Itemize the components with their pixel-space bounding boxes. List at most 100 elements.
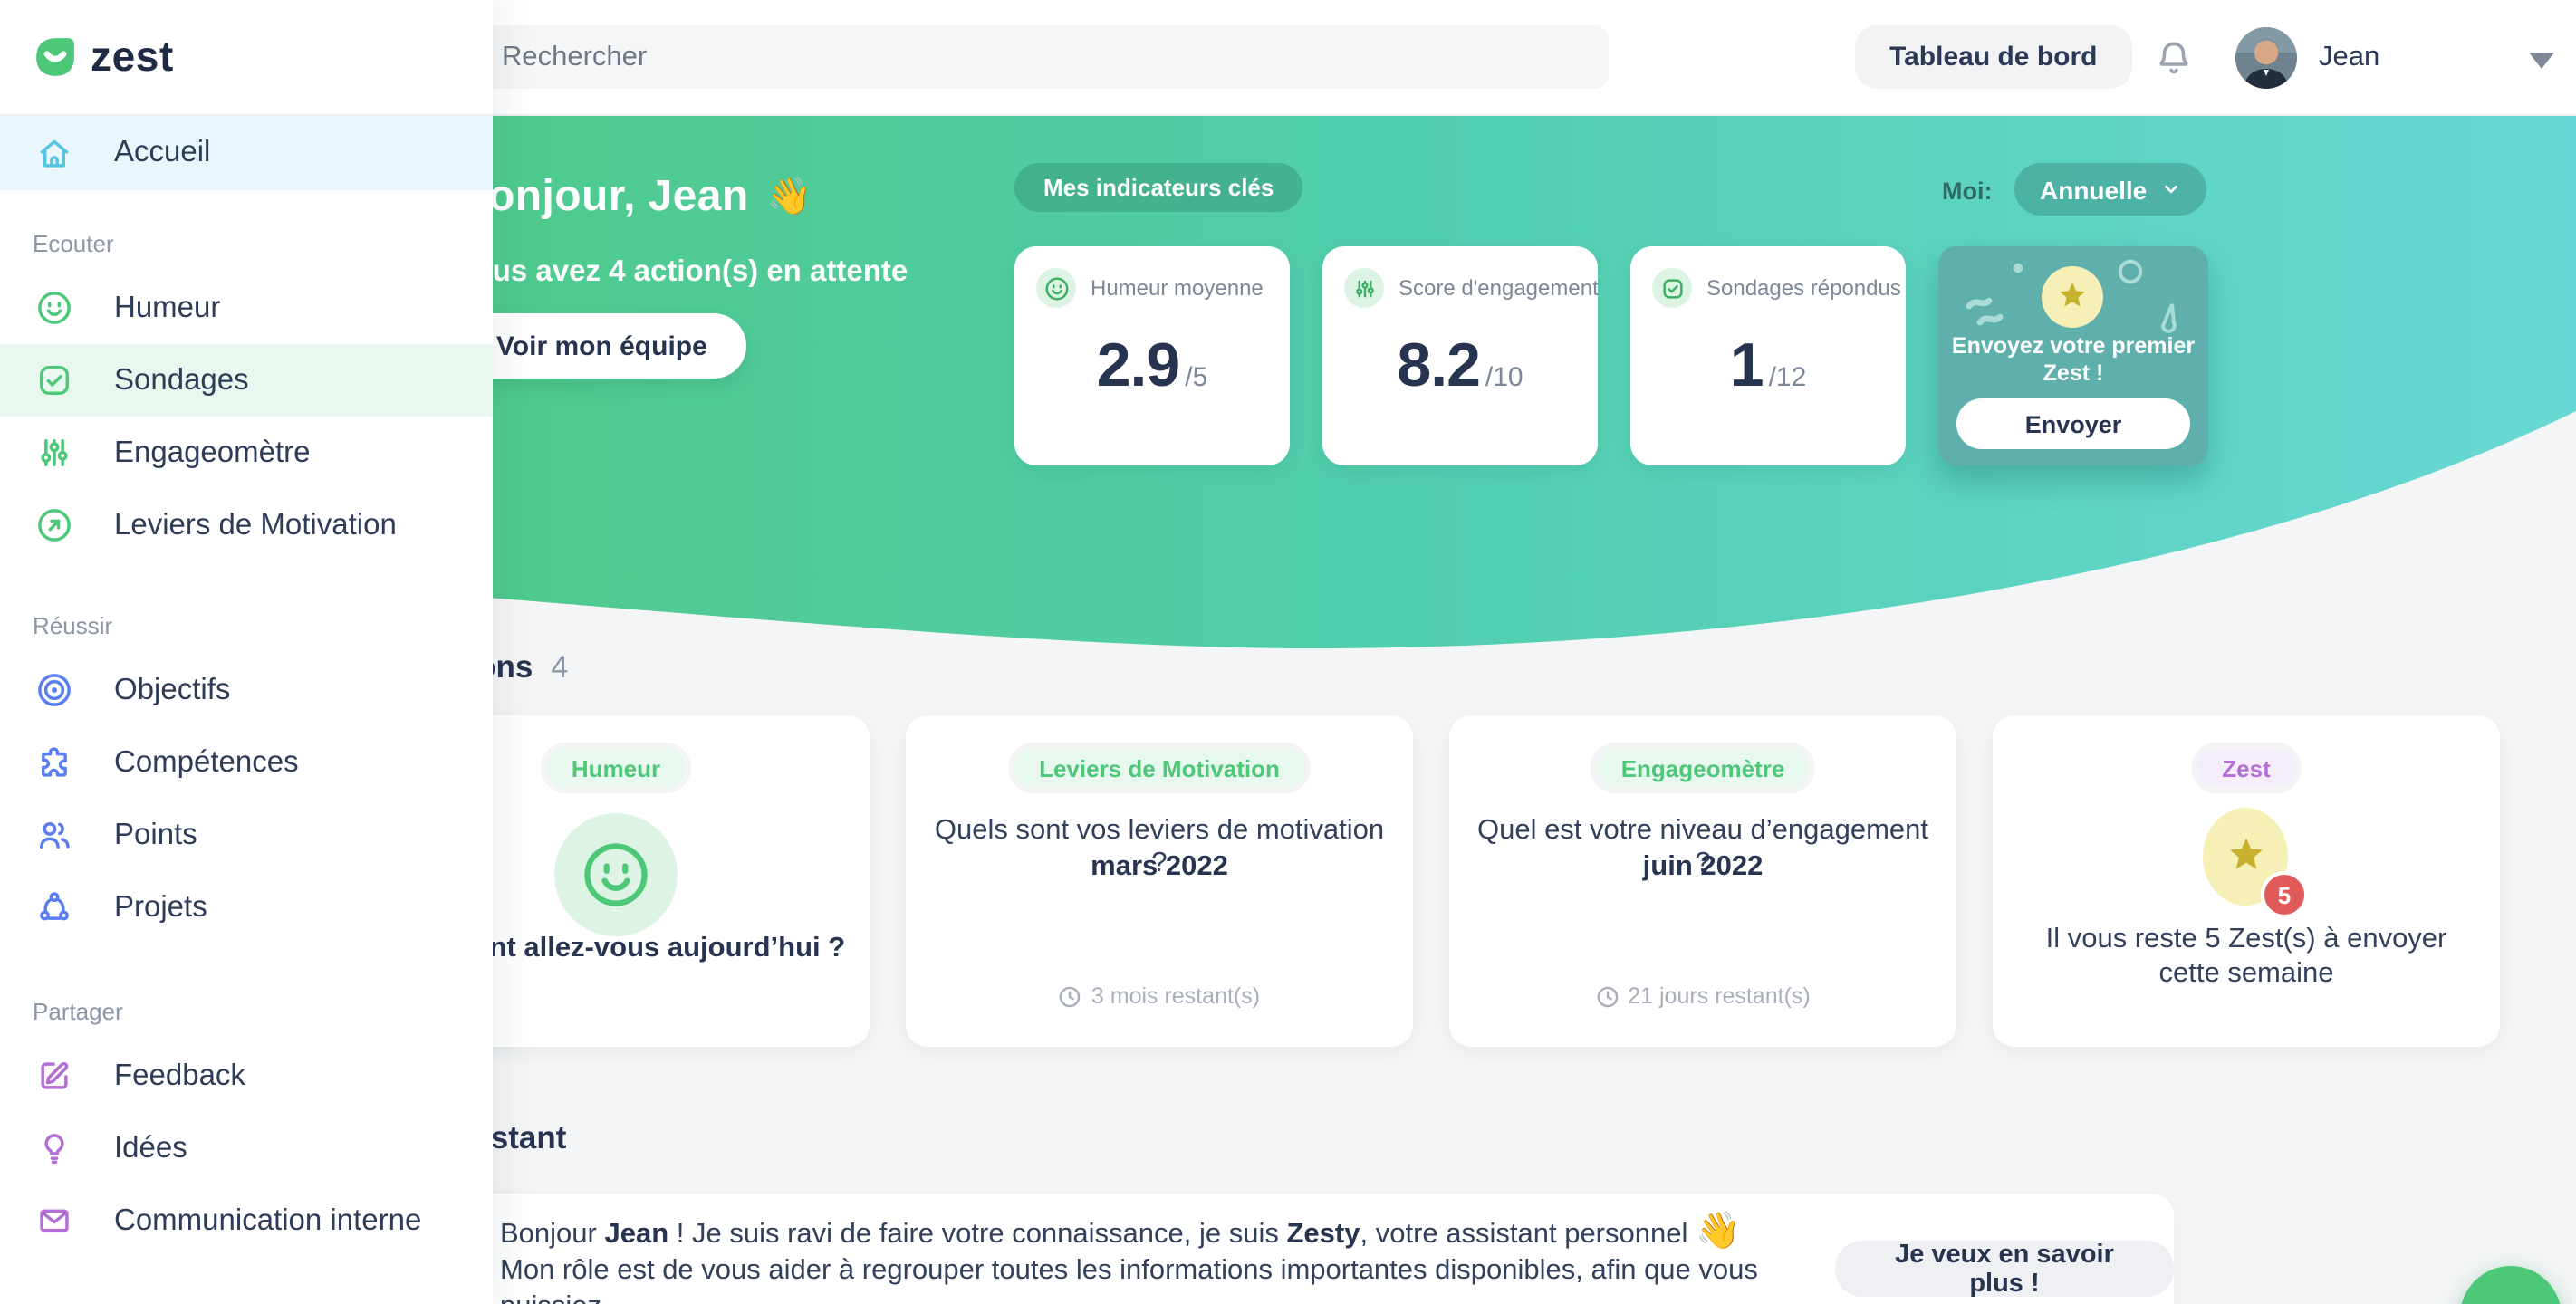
kpi-label: Humeur moyenne — [1091, 275, 1264, 301]
squiggle-doodle — [1964, 290, 2025, 330]
kpi-row: Humeur moyenne 2.9/5 Score d'engagement … — [1014, 246, 2208, 465]
key-indicators-pill: Mes indicateurs clés — [1014, 163, 1302, 212]
sidebar-item-humeur[interactable]: Humeur — [0, 272, 493, 344]
assistant-message: Bonjour Jean ! Je suis ravi de faire vot… — [500, 1213, 1804, 1304]
check-square-icon — [1652, 268, 1692, 308]
brand-wordmark: zest — [91, 33, 174, 82]
sidebar-item-label: Objectifs — [114, 673, 230, 707]
sidebar-item-engageometre[interactable]: Engageomètre — [0, 417, 493, 489]
learn-more-button[interactable]: Je veux en savoir plus ! — [1835, 1241, 2174, 1297]
notifications-bell-icon[interactable] — [2152, 36, 2196, 80]
target-icon — [33, 668, 76, 712]
hero-greeting: Bonjour, Jean 👋 — [457, 172, 812, 223]
period-value: Annuelle — [2040, 175, 2147, 204]
sidebar-item-label: Idées — [114, 1131, 187, 1165]
wave-emoji: 👋 — [1696, 1212, 1741, 1251]
smiley-icon — [554, 813, 678, 936]
puzzle-icon — [33, 741, 76, 784]
period-selector[interactable]: Annuelle — [2014, 163, 2206, 216]
star-badge — [2042, 266, 2103, 328]
sliders-icon — [33, 431, 76, 475]
action-card-zest[interactable]: Zest 5 Il vous reste 5 Zest(s) à envoyer… — [1993, 715, 2500, 1047]
arrow-up-right-circle-icon — [33, 503, 76, 547]
search-input[interactable] — [399, 25, 1609, 89]
kpi-max: /10 — [1485, 362, 1523, 393]
sidebar-item-idees[interactable]: Idées — [0, 1112, 493, 1184]
wave-emoji: 👋 — [767, 179, 812, 216]
sidebar-item-label: Communication interne — [114, 1203, 421, 1238]
sidebar-item-sondages[interactable]: Sondages — [0, 344, 493, 417]
action-card-engageometre[interactable]: Engageomètre Quel est votre niveau d’eng… — [1449, 715, 1956, 1047]
zest-promo-card: Envoyez votre premier Zest ! Envoyer — [1938, 246, 2208, 465]
action-card-leviers[interactable]: Leviers de Motivation Quels sont vos lev… — [906, 715, 1413, 1047]
sidebar-item-accueil[interactable]: Accueil — [0, 116, 493, 190]
action-cards-row: Humeur Comment allez-vous aujourd’hui ? … — [362, 715, 2500, 1047]
sidebar-item-projets[interactable]: Projets — [0, 871, 493, 944]
kpi-value: 8.2 — [1397, 331, 1480, 400]
kpi-max: /12 — [1769, 362, 1807, 393]
send-zest-button[interactable]: Envoyer — [1956, 398, 2190, 449]
kpi-label: Sondages répondus — [1706, 275, 1901, 301]
promo-text: Envoyez votre premier Zest ! — [1938, 333, 2208, 388]
sidebar-item-label: Sondages — [114, 363, 249, 398]
kpi-card-mood[interactable]: Humeur moyenne 2.9/5 — [1014, 246, 1290, 465]
pending-actions-text: Vous avez 4 action(s) en attente — [457, 255, 908, 290]
dashboard-button[interactable]: Tableau de bord — [1855, 25, 2131, 89]
user-avatar[interactable] — [2235, 27, 2297, 89]
sidebar-item-label: Compétences — [114, 745, 299, 780]
kpi-card-surveys[interactable]: Sondages répondus 1/12 — [1630, 246, 1906, 465]
assistant-fab-button[interactable] — [2460, 1266, 2562, 1304]
zest-remaining-text: Il vous reste 5 Zest(s) à envoyer cette … — [2020, 922, 2473, 991]
chevron-down-icon — [2161, 179, 2181, 199]
sidebar: zest Accueil Ecouter Humeur — [0, 0, 493, 1304]
sidebar-item-label: Points — [114, 818, 197, 852]
sidebar-item-feedback[interactable]: Feedback — [0, 1040, 493, 1112]
time-remaining: 3 mois restant(s) — [1091, 983, 1260, 1009]
tag-humeur: Humeur — [546, 748, 686, 788]
actions-count: 4 — [551, 650, 568, 686]
user-name: Jean — [2319, 42, 2379, 74]
sidebar-item-objectifs[interactable]: Objectifs — [0, 654, 493, 726]
clock-icon — [1595, 984, 1619, 1008]
sidebar-item-communication[interactable]: Communication interne — [0, 1184, 493, 1257]
kpi-card-engagement[interactable]: Score d'engagement 8.2/10 — [1322, 246, 1598, 465]
dot-doodle — [2011, 261, 2025, 275]
sidebar-item-label: Projets — [114, 890, 207, 925]
kpi-max: /5 — [1185, 362, 1207, 393]
sidebar-item-label: Leviers de Motivation — [114, 508, 397, 542]
clock-icon — [1059, 984, 1082, 1008]
sidebar-item-leviers[interactable]: Leviers de Motivation — [0, 489, 493, 561]
zest-app: Tableau de bord Jean — [0, 0, 2576, 1304]
b-doodle — [2156, 301, 2181, 333]
check-square-icon — [33, 359, 76, 402]
zest-logo-icon — [33, 34, 78, 80]
action-date: juin 2022 — [1467, 851, 1938, 884]
scope-label: Moi: — [1942, 177, 1993, 205]
kpi-value: 2.9 — [1097, 331, 1180, 400]
screenshot-viewport: Tableau de bord Jean — [0, 0, 2576, 1304]
zest-count-badge: 5 — [2261, 871, 2308, 918]
view-team-button[interactable]: Voir mon équipe — [457, 313, 747, 379]
home-icon — [33, 131, 76, 175]
kpi-label: Score d'engagement — [1399, 275, 1599, 301]
smiley-icon — [33, 286, 76, 330]
sidebar-section-partager: Partager — [33, 998, 493, 1025]
action-date: mars 2022 — [924, 851, 1395, 884]
tag-zest: Zest — [2196, 748, 2295, 788]
time-remaining: 21 jours restant(s) — [1628, 983, 1810, 1009]
assistant-card: Bonjour Jean ! Je suis ravi de faire vot… — [326, 1194, 2174, 1304]
sidebar-item-competences[interactable]: Compétences — [0, 726, 493, 799]
sliders-icon — [1344, 268, 1384, 308]
smiley-icon — [1036, 268, 1076, 308]
tag-leviers: Leviers de Motivation — [1014, 748, 1305, 788]
sidebar-item-label: Feedback — [114, 1059, 245, 1093]
sidebar-item-label: Accueil — [114, 136, 210, 170]
envelope-icon — [33, 1199, 76, 1242]
edit-icon — [33, 1054, 76, 1098]
tag-engageometre: Engageomètre — [1596, 748, 1811, 788]
sidebar-section-ecouter: Ecouter — [33, 230, 493, 257]
logo[interactable]: zest — [0, 0, 493, 116]
users-icon — [33, 813, 76, 857]
sidebar-item-points[interactable]: Points — [0, 799, 493, 871]
profile-caret-icon[interactable] — [2529, 53, 2554, 69]
